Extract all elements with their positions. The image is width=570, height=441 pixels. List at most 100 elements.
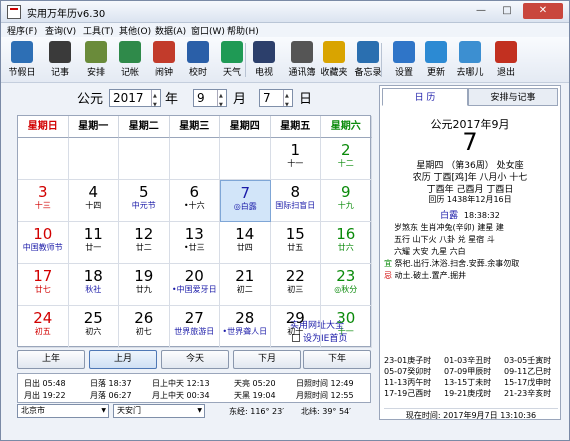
toolbar-button-14[interactable]: 退出 (489, 39, 523, 81)
toolbar-button-6[interactable]: 天气 (215, 39, 249, 81)
dawn-text: 天亮 05:20 (234, 379, 276, 388)
toolbar-separator (245, 43, 246, 77)
lunar-label: ◎秋分 (334, 285, 358, 294)
toolbar-button-12[interactable]: 更新 (419, 39, 453, 81)
year-spinner[interactable]: 2017 (109, 88, 161, 113)
minimize-button[interactable]: — (469, 3, 493, 19)
menu-tools[interactable]: 工具(T) (83, 24, 114, 37)
calendar-day-cell[interactable]: 10 中国教师节 (18, 222, 69, 264)
toolbar-button-7[interactable]: 电视 (247, 39, 281, 81)
place-select[interactable]: 天安门 (113, 404, 205, 418)
toolbar-label: 校时 (188, 68, 207, 78)
weekday-header: 星期三 (169, 116, 220, 138)
lunar-label: 十一 (337, 327, 354, 336)
calendar-day-cell[interactable]: 29 初十 (270, 306, 321, 348)
prev-month-button[interactable]: 上月 (89, 350, 157, 369)
toolbar-label: 节假日 (8, 68, 36, 78)
location-bar: 北京市 天安门 东经: 116° 23′ 北纬: 39° 54′ (17, 404, 371, 420)
calendar-day-cell[interactable]: 4 十四 (68, 180, 119, 222)
calendar-day-cell[interactable]: 9 十九 (321, 180, 372, 222)
calendar-day-cell[interactable]: 18 秋社 (68, 264, 119, 306)
toolbar-button-2[interactable]: 安排 (79, 39, 113, 81)
latitude-text: 北纬: 39° 54′ (301, 407, 351, 416)
maximize-button[interactable]: □ (495, 3, 519, 19)
calendar-day-cell[interactable]: 19 廿九 (119, 264, 170, 306)
toolbar-label: 备忘录 (354, 68, 382, 78)
toolbar-button-10[interactable]: 备忘录 (351, 39, 385, 81)
today-button[interactable]: 今天 (161, 350, 229, 369)
day-number: 15 (285, 225, 305, 243)
menu-other[interactable]: 其他(O) (119, 24, 151, 37)
toolbar-button-5[interactable]: 校时 (181, 39, 215, 81)
menu-help[interactable]: 帮助(H) (227, 24, 259, 37)
close-button[interactable]: ✕ (523, 3, 563, 19)
moonset-text: 月落 06:27 (90, 391, 132, 400)
day-number: 30 (336, 309, 356, 327)
city-select[interactable]: 北京市 (17, 404, 109, 418)
toolbar-button-3[interactable]: 记帐 (113, 39, 147, 81)
toolbar-label: 闹钟 (154, 68, 173, 78)
calendar-day-cell[interactable]: 14 廿四 (220, 222, 271, 264)
toolbar-button-8[interactable]: 通讯簿 (285, 39, 319, 81)
calendar-day-cell[interactable]: 21 初二 (220, 264, 271, 306)
toolbar-button-0[interactable]: 节假日 (5, 39, 39, 81)
calendar-day-cell[interactable]: 13 •廿三 (169, 222, 220, 264)
calendar-day-cell[interactable]: 8 国际扫盲日 (270, 180, 321, 222)
calendar-day-cell[interactable]: 27 世界旅游日 (169, 306, 220, 348)
day-number: 26 (134, 309, 154, 327)
menu-program[interactable]: 程序(F) (7, 24, 37, 37)
toolbar-label: 退出 (496, 68, 515, 78)
calendar-day-cell[interactable]: 26 初七 (119, 306, 170, 348)
calendar-day-cell[interactable]: 11 廿一 (68, 222, 119, 264)
ji-text: 动土.破土.置产.掘井 (394, 271, 467, 280)
day-spinner[interactable]: 7 (259, 88, 293, 113)
window-title: 实用万年历v6.30 (27, 9, 106, 20)
chinese-hours-list: 23-01庚子时 01-03辛丑时 03-05壬寅时 05-07癸卯时 07-09甲辰时… (384, 356, 558, 406)
menu-query[interactable]: 查询(V) (45, 24, 76, 37)
day-number: 4 (88, 183, 99, 201)
calendar-day-cell[interactable]: 7 ◎白露 (220, 180, 271, 222)
month-spinner[interactable]: 9 (193, 88, 227, 113)
toolbar-button-11[interactable]: 设置 (387, 39, 421, 81)
toolbar-button-9[interactable]: 收藏夹 (317, 39, 351, 81)
next-month-button[interactable]: 下月 (233, 350, 301, 369)
prev-year-button[interactable]: 上年 (17, 350, 85, 369)
calendar-day-cell[interactable]: 23 ◎秋分 (321, 264, 372, 306)
calendar-day-cell[interactable]: 2 十二 (321, 138, 372, 180)
lunar-label: 初十 (287, 327, 304, 336)
day-number: 10 (33, 225, 53, 243)
tab-schedule-notes[interactable]: 安排与记事 (468, 88, 558, 106)
longitude-text: 东经: 116° 23′ (229, 407, 285, 416)
day-number: 22 (285, 267, 305, 285)
toolbar-button-1[interactable]: 记事 (43, 39, 77, 81)
calendar-day-cell[interactable]: 3 十三 (18, 180, 69, 222)
calendar-day-cell[interactable]: 15 廿五 (270, 222, 321, 264)
solar-term-time: 18:38:32 (463, 211, 500, 220)
calendar-day-cell[interactable]: 12 廿二 (119, 222, 170, 264)
chinese-hour-item: 11-13丙午时 (384, 378, 432, 387)
ledger-icon (119, 41, 141, 63)
calendar-day-cell[interactable]: 24 初五 (18, 306, 69, 348)
detail-islamic-date: 回历 1438年12月16日 (428, 195, 512, 204)
calendar-day-cell[interactable]: 30 十一 (321, 306, 372, 348)
toolbar-button-13[interactable]: 去哪儿 (453, 39, 487, 81)
menu-window[interactable]: 窗口(W) (191, 24, 225, 37)
tab-calendar[interactable]: 日 历 (382, 88, 468, 106)
calendar-day-cell[interactable]: 20 •中国爱牙日 (169, 264, 220, 306)
lunar-label: 十三 (34, 201, 51, 210)
menu-data[interactable]: 数据(A) (155, 24, 186, 37)
next-year-button[interactable]: 下年 (303, 350, 371, 369)
calendar-day-cell[interactable]: 6 •十六 (169, 180, 220, 222)
calendar-day-cell[interactable]: 22 初三 (270, 264, 321, 306)
year-unit-label: 年 (165, 92, 179, 107)
calendar-day-cell[interactable]: 25 初六 (68, 306, 119, 348)
calendar-day-cell[interactable]: 28 •世界聋人日 (220, 306, 271, 348)
calendar-day-cell[interactable]: 16 廿六 (321, 222, 372, 264)
calendar-day-cell[interactable]: 1 十一 (270, 138, 321, 180)
toolbar-button-4[interactable]: 闹钟 (147, 39, 181, 81)
toolbar-label: 通讯簿 (288, 68, 316, 78)
day-number: 19 (134, 267, 154, 285)
calendar-day-cell[interactable]: 5 中元节 (119, 180, 170, 222)
calendar-day-cell[interactable]: 17 廿七 (18, 264, 69, 306)
detail-line-3: 六耀 大安 九星 六白 (394, 247, 466, 256)
